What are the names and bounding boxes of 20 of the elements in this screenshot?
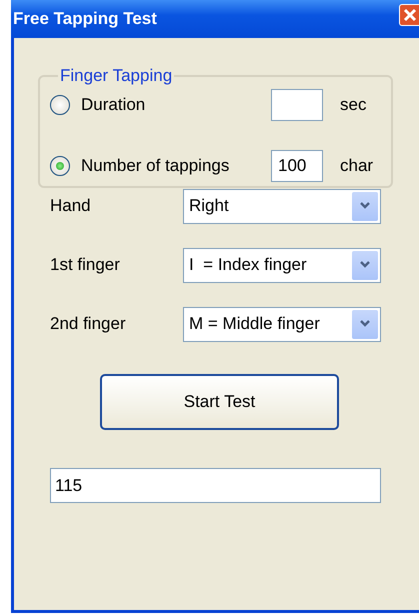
radio-button[interactable]	[50, 156, 70, 176]
input-field[interactable]: 100	[271, 150, 323, 182]
field-label: 1st finger	[50, 255, 121, 275]
window-title: Free Tapping Test	[13, 9, 157, 29]
input-field[interactable]	[271, 89, 323, 121]
group-label: Finger Tapping	[59, 66, 174, 86]
close-button[interactable]	[399, 4, 419, 26]
dropdown[interactable]: M = Middle finger	[183, 306, 381, 342]
radio-button[interactable]	[50, 95, 70, 115]
close-icon	[403, 8, 417, 22]
radio-label[interactable]: Number of tappings	[81, 156, 271, 176]
field-label: Hand	[50, 196, 92, 216]
dropdown[interactable]: I = Index finger	[183, 248, 381, 282]
unit-label: char	[340, 156, 374, 176]
start-button[interactable]: Start Test	[100, 374, 339, 430]
field-label: 2nd finger	[50, 314, 127, 334]
radio-label[interactable]: Duration	[81, 95, 271, 115]
dropdown[interactable]: Right	[183, 188, 381, 224]
unit-label: sec	[340, 95, 366, 115]
result-field[interactable]: 115	[50, 468, 381, 503]
